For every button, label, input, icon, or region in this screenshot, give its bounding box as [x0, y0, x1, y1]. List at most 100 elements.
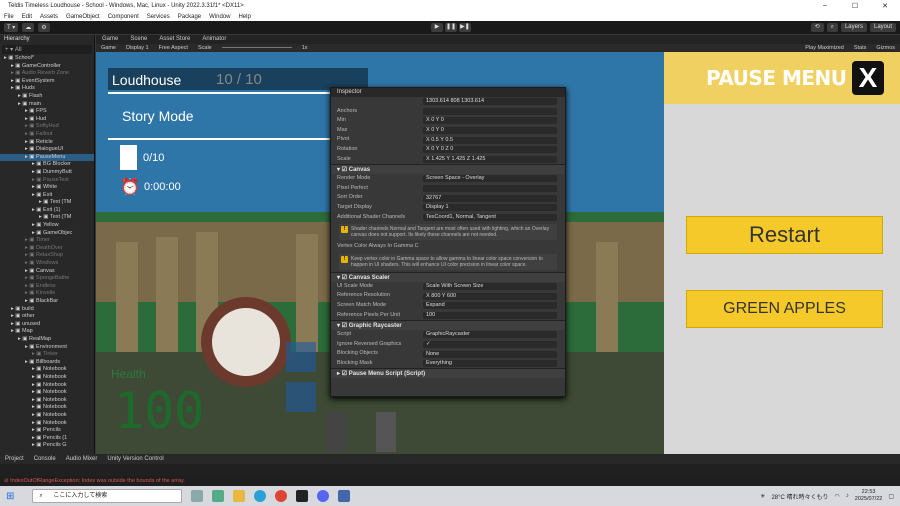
hierarchy-item[interactable]: ▸ ▣ EventSystem [0, 78, 94, 86]
taskbar-search[interactable]: ⌕ ここに入力して検索 [32, 489, 183, 503]
task-view-icon[interactable] [191, 490, 204, 502]
hierarchy-item[interactable]: ▸ ▣ Endless [0, 283, 94, 291]
hierarchy-tab[interactable]: Hierarchy [0, 35, 94, 44]
field-value[interactable]: ✓ [423, 340, 557, 348]
explorer-icon[interactable] [233, 490, 246, 502]
hierarchy-item[interactable]: ▸ ▣ DeathOver [0, 245, 94, 253]
search-input[interactable]: All [15, 47, 22, 53]
hierarchy-item[interactable]: ▸ ▣ other [0, 313, 94, 321]
field-value[interactable]: Scale With Screen Size [423, 283, 557, 291]
green-apples-button[interactable]: GREEN APPLES [686, 290, 883, 328]
display-dropdown[interactable]: Display 1 [121, 44, 154, 52]
step-icon[interactable]: ▶❚ [459, 23, 471, 32]
field-value[interactable]: Everything [423, 360, 557, 368]
app-icon[interactable] [338, 490, 351, 502]
graphic-raycaster-header[interactable]: ▾ ☑ Graphic Raycaster [331, 320, 565, 331]
hierarchy-item[interactable]: ▸ ▣ Billboards [0, 359, 94, 367]
edge-icon[interactable] [254, 490, 267, 502]
hierarchy-item[interactable]: ▸ ▣ Hud [0, 116, 94, 124]
canvas-scaler-header[interactable]: ▾ ☑ Canvas Scaler [331, 271, 565, 282]
search-icon[interactable]: ⌕ [826, 23, 838, 32]
hierarchy-item[interactable]: ▸ ▣ Timer [0, 237, 94, 245]
hierarchy-item[interactable]: ▸ ▣ Tinker [0, 351, 94, 359]
inspector-field-row[interactable]: Anchors [331, 107, 565, 117]
menu-assets[interactable]: Assets [36, 14, 62, 20]
clock[interactable]: 22:53 2025/07/22 [855, 489, 883, 503]
field-value[interactable]: GraphicRaycaster [423, 331, 557, 339]
hierarchy-item[interactable]: ▸ ▣ Notebook [0, 382, 94, 390]
weather-icon[interactable]: ☀ [760, 493, 765, 500]
menu-component[interactable]: Component [104, 14, 143, 20]
hierarchy-item[interactable]: ▸ ▣ Fallout [0, 131, 94, 139]
history-icon[interactable]: ⟲ [810, 23, 824, 32]
tab-project[interactable]: Project [0, 454, 29, 464]
hierarchy-item[interactable]: ▸ ▣ Text (TM [0, 214, 94, 222]
aspect-dropdown[interactable]: Free Aspect [154, 44, 193, 52]
menu-help[interactable]: Help [234, 14, 254, 20]
restart-button[interactable]: Restart [686, 216, 883, 254]
inspector-field-row[interactable]: UI Scale Mode Scale With Screen Size [331, 282, 565, 292]
hierarchy-item[interactable]: ▸ ▣ Notebook [0, 374, 94, 382]
inspector-field-row[interactable]: Script GraphicRaycaster [331, 330, 565, 340]
layers-dropdown[interactable]: Layers [840, 23, 867, 32]
wifi-icon[interactable]: ◠ [835, 493, 840, 500]
hierarchy-item[interactable]: ▸ ▣ Flash [0, 93, 94, 101]
hierarchy-item[interactable]: ▸ ▣ Pencils G [0, 442, 94, 450]
menu-edit[interactable]: Edit [18, 14, 36, 20]
widgets-icon[interactable] [212, 490, 225, 502]
hierarchy-item[interactable]: ▸ ▣ RealMap [0, 336, 94, 344]
hierarchy-item[interactable]: ▸ ▣ Yellow [0, 222, 94, 230]
hierarchy-item[interactable]: ▸ ▣ Canvas [0, 268, 94, 276]
discord-icon[interactable] [317, 490, 330, 502]
inspector-field-row[interactable]: Target Display Display 1 [331, 203, 565, 213]
hierarchy-item[interactable]: ▸ ▣ Notebook [0, 412, 94, 420]
chrome-icon[interactable] [275, 490, 288, 502]
stats-button[interactable]: Stats [849, 44, 872, 52]
inspector-field-row[interactable]: Sort Order 32767 [331, 193, 565, 203]
menu-services[interactable]: Services [143, 14, 174, 20]
hierarchy-item[interactable]: ▸ ▣ SoftyHud [0, 123, 94, 131]
gizmos-dropdown[interactable]: Gizmos [871, 44, 900, 52]
layout-dropdown[interactable]: Layout [869, 23, 896, 32]
hierarchy-item[interactable]: ▸ ▣ Notebook [0, 389, 94, 397]
maximize-icon[interactable]: ☐ [840, 2, 870, 10]
tab-game[interactable]: Game [96, 35, 124, 44]
account-button[interactable]: T ▾ [4, 23, 19, 32]
tab-animator[interactable]: Animator [196, 35, 232, 44]
game-mode-dropdown[interactable]: Game [96, 44, 121, 52]
hierarchy-item[interactable]: ▸ ▣ BlackBar [0, 298, 94, 306]
inspector-field-row[interactable]: Reference Resolution X 800 Y 600 [331, 291, 565, 301]
field-value[interactable]: X 0 Y 0 [423, 127, 557, 135]
menu-gameobject[interactable]: GameObject [62, 14, 104, 20]
hierarchy-item[interactable]: ▸ ▣ unused [0, 321, 94, 329]
cloud-icon[interactable]: ☁ [22, 23, 35, 32]
hierarchy-item[interactable]: ▸ ▣ SpongeBathe [0, 275, 94, 283]
field-value[interactable]: 1303.614 808 1303.614 [423, 98, 557, 106]
hierarchy-item[interactable]: ▸ ▣ Environment [0, 344, 94, 352]
tab-version-control[interactable]: Unity Version Control [102, 454, 168, 464]
menu-window[interactable]: Window [205, 14, 234, 20]
unity-icon[interactable] [296, 490, 309, 502]
field-value[interactable]: Expand [423, 302, 557, 310]
pause-script-header[interactable]: ▸ ☑ Pause Menu Script (Script) [331, 368, 565, 379]
field-value[interactable]: X 0 Y 0 [423, 117, 557, 125]
hierarchy-item[interactable]: ▸ ▣ Pencils [0, 427, 94, 435]
play-icon[interactable]: ▶ [431, 23, 443, 32]
field-value[interactable]: 100 [423, 311, 557, 319]
minimize-icon[interactable]: – [810, 2, 840, 10]
hierarchy-item[interactable]: ▸ ▣ Reticle [0, 139, 94, 147]
hierarchy-item[interactable]: ▸ ▣ DialogueUI [0, 146, 94, 154]
tab-asset-store[interactable]: Asset Store [153, 35, 196, 44]
inspector-field-row[interactable]: Blocking Mask Everything [331, 359, 565, 369]
scale-slider[interactable] [217, 44, 297, 52]
hierarchy-item[interactable]: ▸ ▣ GameController [0, 63, 94, 71]
hierarchy-item[interactable]: ▸ ▣ Windows [0, 260, 94, 268]
notification-icon[interactable]: ▢ [888, 493, 894, 500]
inspector-field-row[interactable]: Rotation X 0 Y 0 Z 0 [331, 145, 565, 155]
hierarchy-item[interactable]: ▸ ▣ PauseText [0, 177, 94, 185]
hierarchy-item[interactable]: ▸ ▣ Notebook [0, 404, 94, 412]
gamma-row[interactable]: Vertex Color Always In Gamma C [331, 242, 565, 252]
inspector-field-row[interactable]: Reference Pixels Per Unit 100 [331, 311, 565, 321]
hierarchy-item[interactable]: ▸ ▣ build [0, 306, 94, 314]
hierarchy-item[interactable]: ▸ ▣ Exit (1) [0, 207, 94, 215]
